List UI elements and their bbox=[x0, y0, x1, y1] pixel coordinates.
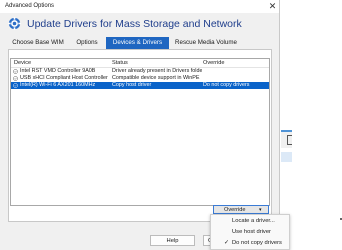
row-override: Do not copy drivers bbox=[203, 82, 250, 88]
table-header: Device Status Override bbox=[11, 59, 269, 68]
chevron-down-icon: ▾ bbox=[259, 207, 262, 213]
background-window-highlight bbox=[281, 152, 292, 162]
title-bar: Advanced Options ✕ bbox=[0, 0, 279, 13]
check-circle-icon bbox=[13, 69, 18, 74]
tab-options[interactable]: Options bbox=[68, 37, 106, 48]
gear-icon bbox=[8, 17, 21, 30]
row-device: Intel(R) Wi-Fi 6 AX201 160MHz bbox=[20, 82, 96, 88]
menu-item-label: Do not copy drivers bbox=[232, 240, 282, 246]
help-button[interactable]: Help bbox=[150, 235, 195, 246]
override-button-label: Override bbox=[224, 207, 246, 213]
column-override[interactable]: Override bbox=[203, 60, 224, 66]
table-row[interactable]: USB xHCI Compliant Host Controller Compa… bbox=[11, 75, 269, 82]
tab-devices-drivers[interactable]: Devices & Drivers bbox=[106, 37, 169, 49]
background-window-control bbox=[287, 135, 292, 145]
menu-item-locate-driver[interactable]: Locate a driver... bbox=[211, 216, 289, 227]
override-menu: Locate a driver... Use host driver ✓ Do … bbox=[210, 214, 290, 250]
window-title: Advanced Options bbox=[5, 3, 55, 9]
close-icon[interactable]: ✕ bbox=[267, 1, 278, 12]
row-device: Intel RST VMD Controller 9A0B bbox=[20, 68, 96, 74]
table-row-selected[interactable]: Intel(R) Wi-Fi 6 AX201 160MHz Copy host … bbox=[11, 82, 269, 89]
menu-item-use-host-driver[interactable]: Use host driver bbox=[211, 227, 289, 238]
menu-item-label: Use host driver bbox=[232, 229, 271, 235]
menu-item-do-not-copy-drivers[interactable]: ✓ Do not copy drivers bbox=[211, 238, 289, 249]
table-row[interactable]: Intel RST VMD Controller 9A0B Driver alr… bbox=[11, 68, 269, 75]
check-circle-icon bbox=[13, 83, 18, 88]
checkmark-icon: ✓ bbox=[224, 240, 230, 246]
column-device[interactable]: Device bbox=[14, 60, 31, 66]
tab-rescue-media-volume[interactable]: Rescue Media Volume bbox=[169, 37, 243, 48]
column-status[interactable]: Status bbox=[112, 60, 128, 66]
page-title: Update Drivers for Mass Storage and Netw… bbox=[27, 18, 242, 30]
devices-table[interactable]: Device Status Override Intel RST VMD Con… bbox=[10, 58, 270, 206]
row-status: Copy host driver bbox=[112, 82, 152, 88]
row-device: USB xHCI Compliant Host Controller bbox=[20, 75, 108, 81]
tab-choose-base-wim[interactable]: Choose Base WIM bbox=[8, 37, 68, 48]
row-status: Driver already present in Drivers folder bbox=[112, 68, 202, 74]
check-circle-icon bbox=[13, 76, 18, 81]
override-button[interactable]: Override ▾ bbox=[213, 205, 269, 214]
menu-item-label: Locate a driver... bbox=[232, 218, 275, 224]
row-status: Compatible device support in WinPE bbox=[112, 75, 200, 81]
advanced-options-dialog: Advanced Options ✕ Update Drivers for Ma… bbox=[0, 0, 280, 250]
